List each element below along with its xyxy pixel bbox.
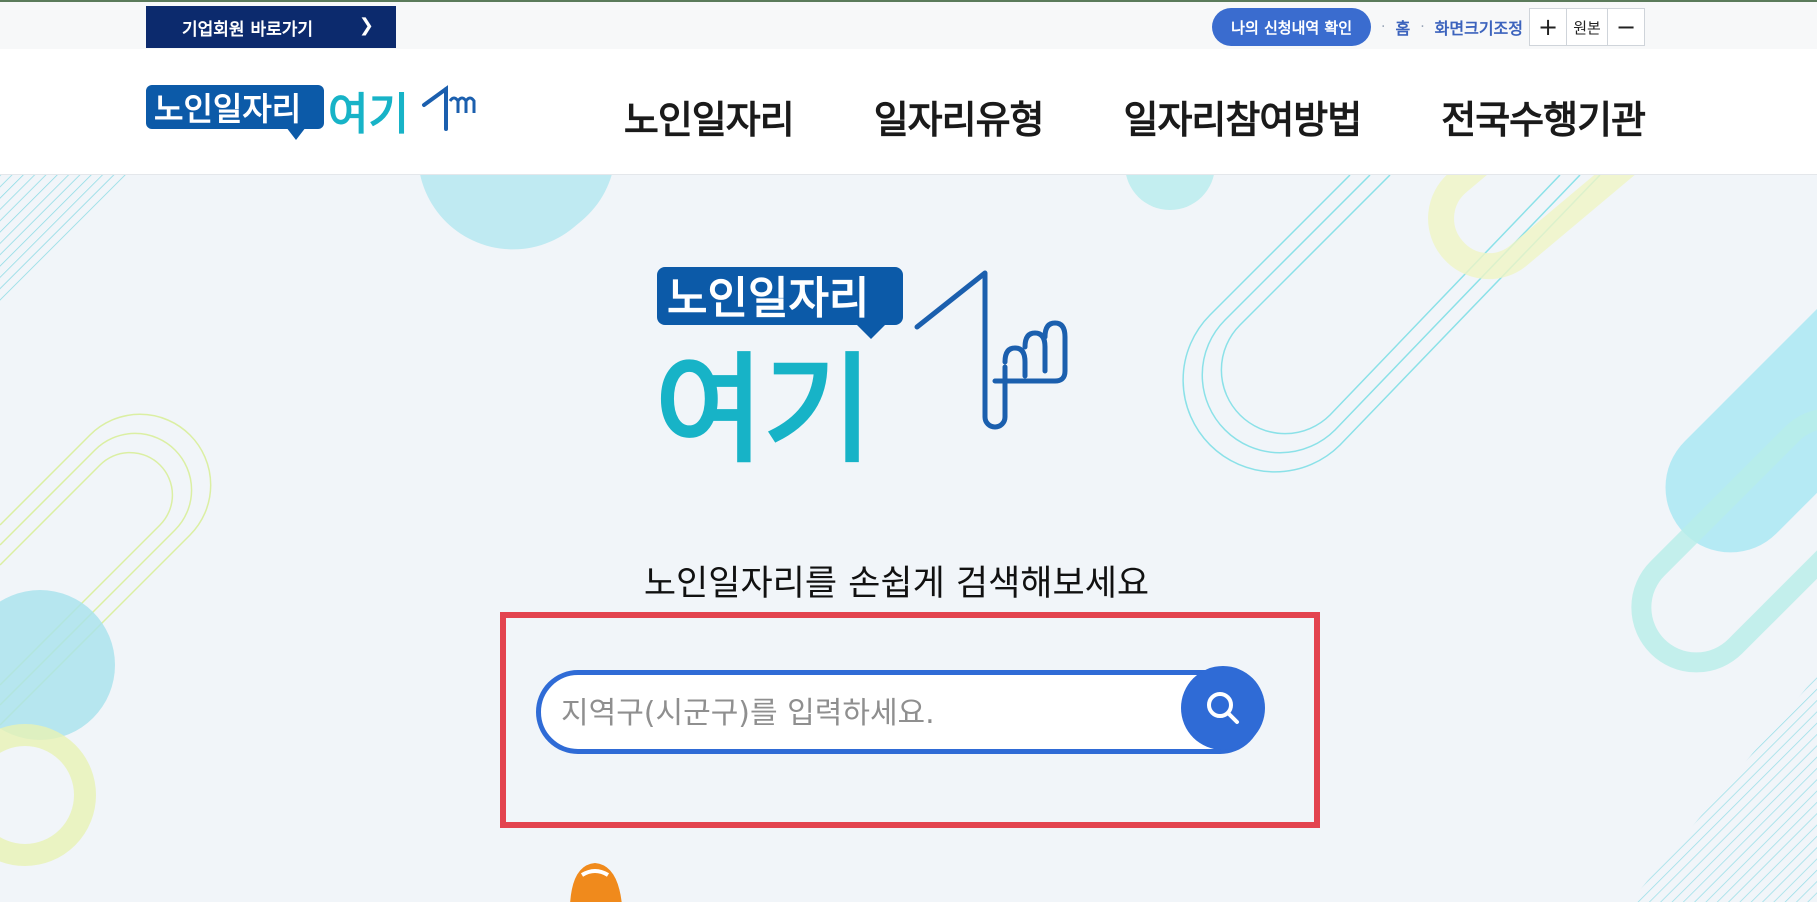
site-header: 노인일자리 여기 노인일자리 일자리유형 일자리참여방법 전국수행기관 bbox=[0, 49, 1817, 175]
separator-dot: · bbox=[1381, 19, 1386, 35]
search-button[interactable] bbox=[1181, 666, 1265, 750]
hero-logo: 노인일자리 여기 bbox=[655, 267, 1135, 479]
utility-links: 나의 신청내역 확인 · 홈 · 화면크기조정 + 원본 − bbox=[1212, 7, 1645, 47]
chevron-right-icon: ❯ bbox=[358, 15, 374, 36]
home-link[interactable]: 홈 bbox=[1395, 15, 1410, 39]
zoom-label: 화면크기조정 bbox=[1434, 19, 1523, 38]
hero-tagline: 노인일자리를 손쉽게 검색해보세요 bbox=[643, 564, 1150, 604]
main-nav: 노인일자리 일자리유형 일자리참여방법 전국수행기관 bbox=[544, 89, 1646, 144]
zoom-controls: + 원본 − bbox=[1529, 8, 1645, 46]
nav-item-job-types[interactable]: 일자리유형 bbox=[874, 89, 1045, 144]
search-highlight-box bbox=[500, 612, 1320, 828]
logo-text-bottom: 여기 bbox=[328, 89, 409, 140]
zoom-in-button[interactable]: + bbox=[1530, 9, 1566, 45]
nav-item-how-to-participate[interactable]: 일자리참여방법 bbox=[1124, 89, 1363, 144]
zoom-reset-button[interactable]: 원본 bbox=[1566, 9, 1608, 45]
nav-item-agencies[interactable]: 전국수행기관 bbox=[1441, 89, 1646, 144]
corporate-member-label: 기업회원 바로가기 bbox=[182, 19, 314, 40]
separator-dot: · bbox=[1420, 19, 1425, 35]
my-applications-button[interactable]: 나의 신청내역 확인 bbox=[1212, 8, 1372, 46]
decorative-orange-figure bbox=[570, 863, 622, 902]
hero-logo-text-top: 노인일자리 bbox=[667, 273, 869, 324]
search-icon bbox=[1207, 692, 1239, 724]
nav-item-senior-jobs[interactable]: 노인일자리 bbox=[624, 89, 795, 144]
search-field bbox=[536, 670, 1262, 754]
region-search-input[interactable] bbox=[561, 691, 1161, 735]
hero-section: 노인일자리 여기 노인일자리를 손쉽게 검색해보세요 bbox=[0, 175, 1817, 902]
top-utility-bar: 기업회원 바로가기 ❯ 나의 신청내역 확인 · 홈 · 화면크기조정 + 원본… bbox=[0, 0, 1817, 49]
logo-text-top: 노인일자리 bbox=[154, 90, 301, 128]
hero-logo-text-bottom: 여기 bbox=[655, 341, 872, 467]
zoom-out-button[interactable]: − bbox=[1608, 9, 1644, 45]
site-logo[interactable]: 노인일자리 여기 bbox=[146, 83, 486, 149]
corporate-member-button[interactable]: 기업회원 바로가기 ❯ bbox=[146, 6, 396, 48]
